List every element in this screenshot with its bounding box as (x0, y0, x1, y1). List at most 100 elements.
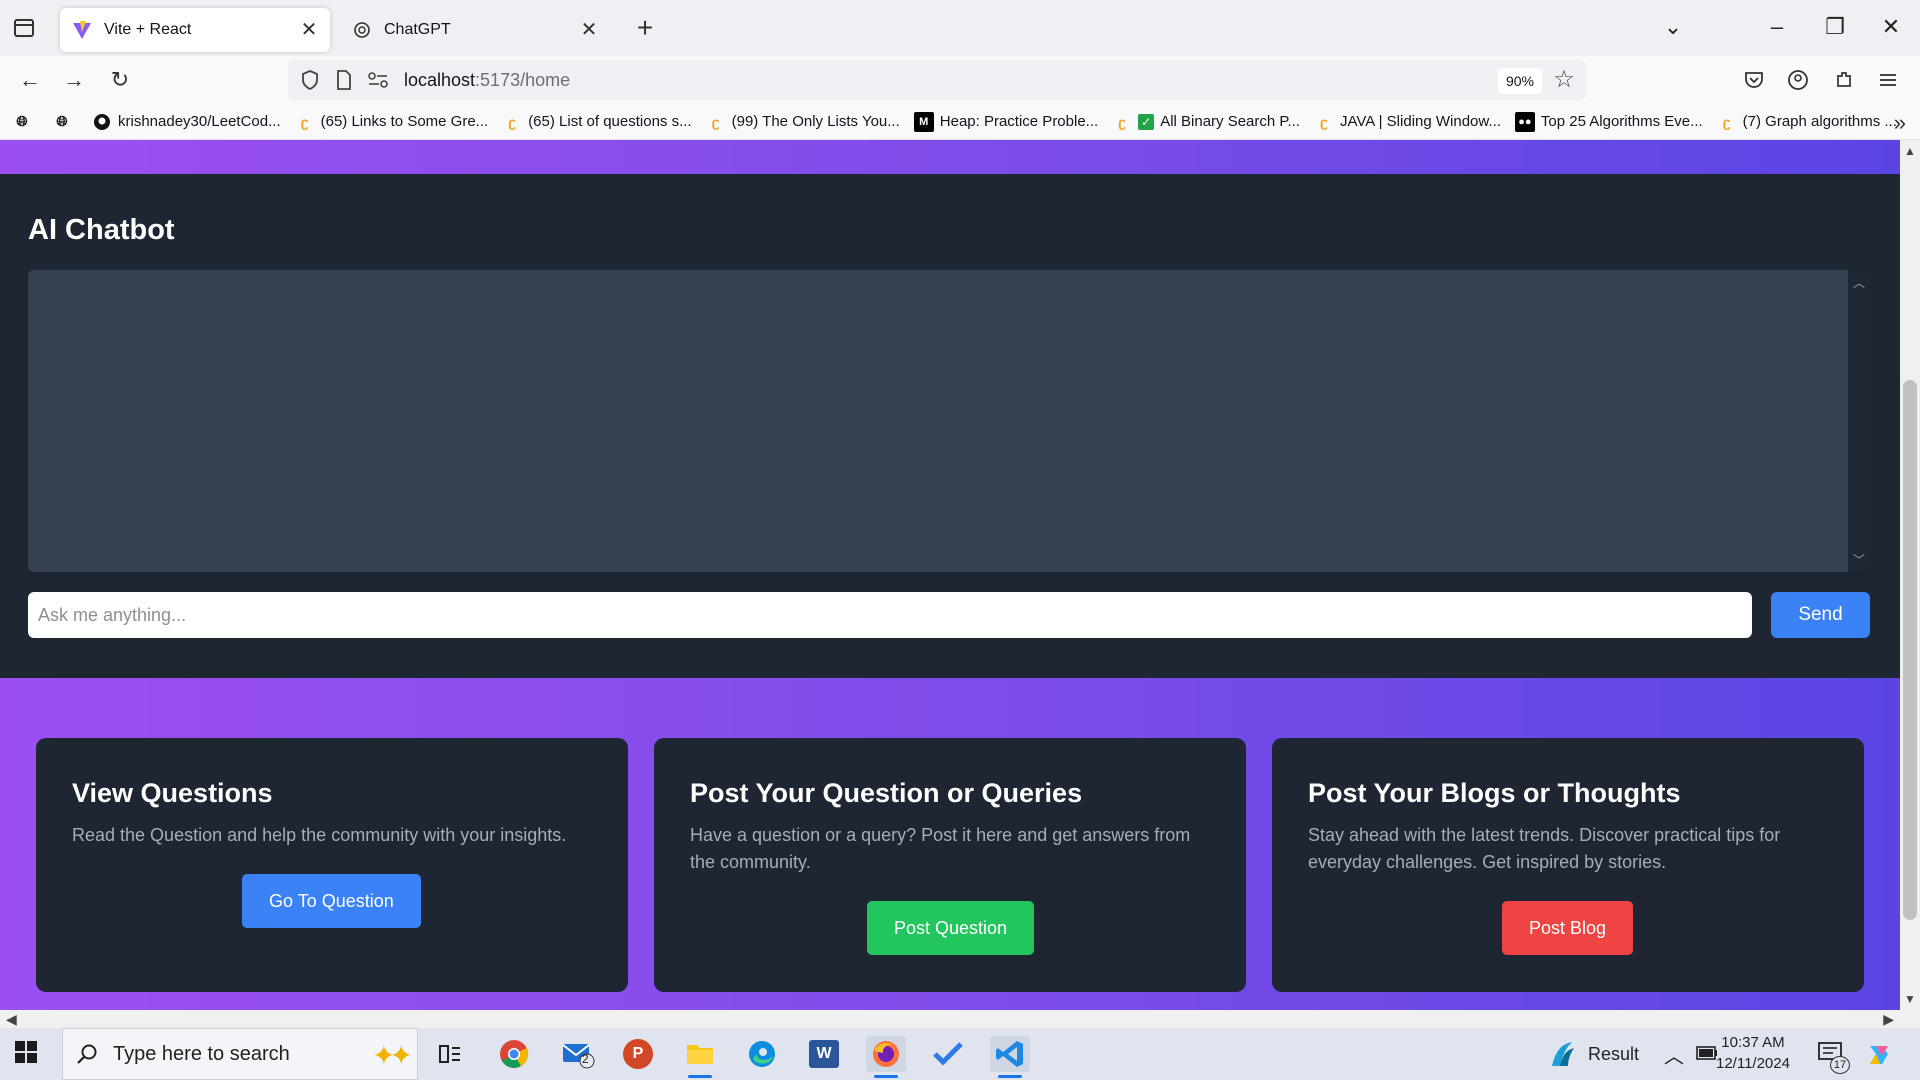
bookmark-globe[interactable]: 🌐︎ (12, 112, 38, 132)
medium-icon: M (913, 111, 934, 132)
copilot-sparkle-icon[interactable]: ✦✦ (372, 1039, 413, 1072)
bookmark-label: JAVA | Sliding Window... (1339, 113, 1501, 130)
scroll-down-icon[interactable]: ﹀ (1848, 551, 1870, 568)
leetcode-icon: ʗ (1722, 113, 1731, 130)
card-post-blog: Post Your Blogs or Thoughts Stay ahead w… (1272, 738, 1864, 992)
chatbot-title: AI Chatbot (28, 214, 175, 246)
scroll-left-arrow-icon[interactable]: ◀ (6, 1010, 17, 1028)
bookmark-item[interactable]: ʗ (65) Links to Some Gre... (295, 112, 488, 132)
chat-scrollbar[interactable]: ︿ ﹀ (1848, 270, 1870, 572)
bookmarks-toolbar: 🌐︎ 🌐︎ krishnadey30/LeetCod... ʗ (65) Link… (0, 104, 1920, 140)
close-icon[interactable]: ✕ (578, 19, 600, 41)
bookmark-item[interactable]: M Heap: Practice Proble... (913, 111, 1098, 132)
active-indicator (688, 1075, 712, 1078)
window-close-icon[interactable]: ✕ (1876, 12, 1906, 42)
url-text[interactable]: localhost:5173/home (404, 70, 570, 91)
chat-messages-area[interactable]: ︿ ﹀ (28, 270, 1870, 572)
scroll-up-arrow-icon[interactable]: ▲ (1900, 144, 1920, 158)
new-tab-plus-icon[interactable]: + (630, 14, 660, 44)
site-permissions-icon[interactable] (366, 68, 390, 92)
bookmark-label: (99) The Only Lists You... (731, 113, 900, 130)
minimize-icon[interactable]: – (1762, 12, 1792, 42)
page-icon[interactable] (332, 68, 356, 92)
windows-taskbar: Type here to search ✦✦ 2 P W Result ︿ 10… (0, 1028, 1920, 1080)
bookmark-label: (65) List of questions s... (528, 113, 692, 130)
bookmark-item[interactable]: ʗ (65) List of questions s... (502, 112, 691, 132)
page-horizontal-scrollbar[interactable]: ◀ ▶ (0, 1010, 1920, 1028)
system-clock[interactable]: 10:37 AM 12/11/2024 (1716, 1032, 1790, 1074)
weather-label[interactable]: Result (1588, 1044, 1639, 1065)
copilot-icon[interactable] (1864, 1040, 1894, 1075)
card-post-question: Post Your Question or Queries Have a que… (654, 738, 1246, 992)
scroll-down-arrow-icon[interactable]: ▼ (1900, 992, 1920, 1006)
forward-arrow-icon[interactable]: → (58, 64, 90, 96)
restore-icon[interactable]: ❐ (1820, 12, 1850, 42)
battery-icon[interactable] (1696, 1046, 1718, 1065)
vscode-icon[interactable] (990, 1036, 1030, 1078)
tab-chatgpt[interactable]: ChatGPT ✕ (340, 8, 610, 52)
firefox-icon[interactable] (866, 1036, 906, 1078)
url-path: :5173/home (475, 69, 571, 90)
task-view-icon[interactable] (430, 1036, 470, 1072)
back-arrow-icon[interactable]: ← (14, 64, 46, 96)
more-bookmarks-chevron-icon[interactable]: » (1894, 110, 1906, 136)
bookmark-item[interactable]: ʗ ✓ All Binary Search P... (1112, 112, 1300, 132)
page-viewport: AI Chatbot ︿ ﹀ Send View Questions Read … (0, 140, 1900, 1010)
tab-vite-react[interactable]: Vite + React ✕ (60, 8, 330, 52)
close-icon[interactable]: ✕ (298, 19, 320, 41)
address-bar[interactable]: localhost:5173/home 90% ☆ (288, 60, 1586, 100)
card-description: Stay ahead with the latest trends. Disco… (1308, 825, 1781, 872)
leetcode-icon: ʗ (1320, 113, 1328, 130)
tab-list-icon[interactable] (12, 16, 38, 40)
todo-check-icon[interactable] (928, 1036, 968, 1072)
windows-start-icon[interactable] (14, 1040, 42, 1068)
search-icon (75, 1042, 99, 1066)
reload-icon[interactable]: ↻ (104, 64, 136, 96)
bookmark-item[interactable]: ●● Top 25 Algorithms Eve... (1514, 111, 1703, 132)
word-icon[interactable]: W (804, 1036, 844, 1072)
extensions-icon[interactable] (1830, 66, 1858, 94)
tray-chevron-up-icon[interactable]: ︿ (1664, 1040, 1684, 1069)
chat-input[interactable] (28, 592, 1752, 638)
bookmark-label: krishnadey30/LeetCod... (118, 113, 281, 130)
bookmark-label: (7) Graph algorithms ... (1742, 113, 1897, 130)
edge-icon[interactable] (742, 1036, 782, 1072)
notification-count-badge: 17 (1830, 1056, 1850, 1074)
post-question-button[interactable]: Post Question (867, 901, 1035, 955)
scroll-up-icon[interactable]: ︿ (1848, 274, 1870, 291)
go-to-question-button[interactable]: Go To Question (242, 874, 421, 928)
post-blog-button[interactable]: Post Blog (1502, 901, 1634, 955)
leetcode-icon: ʗ (711, 113, 720, 130)
globe-icon: 🌐︎ (16, 113, 28, 129)
weather-icon[interactable] (1548, 1040, 1576, 1073)
bookmark-label: Top 25 Algorithms Eve... (1540, 113, 1703, 130)
menu-hamburger-icon[interactable] (1874, 66, 1902, 94)
shield-icon[interactable] (298, 68, 322, 92)
leetcode-icon: ʗ (508, 113, 517, 130)
chevron-down-icon[interactable]: ⌄ (1658, 12, 1688, 42)
bookmark-star-icon[interactable]: ☆ (1550, 66, 1578, 94)
pocket-icon[interactable] (1740, 66, 1768, 94)
bookmark-item[interactable]: ʗ JAVA | Sliding Window... (1314, 112, 1501, 132)
bookmark-globe-2[interactable]: 🌐︎ (52, 112, 78, 132)
check-icon: ✓ (1138, 113, 1155, 130)
scroll-right-arrow-icon[interactable]: ▶ (1883, 1010, 1894, 1028)
powerpoint-icon[interactable]: P (618, 1036, 658, 1072)
zoom-level-badge[interactable]: 90% (1497, 68, 1542, 94)
mail-icon[interactable]: 2 (558, 1036, 598, 1072)
page-vertical-scrollbar[interactable]: ▲ ▼ (1900, 140, 1920, 1010)
vite-icon (72, 20, 92, 40)
file-explorer-icon[interactable] (680, 1036, 720, 1078)
bookmark-item[interactable]: krishnadey30/LeetCod... (92, 112, 281, 132)
bookmark-item[interactable]: ʗ (99) The Only Lists You... (706, 112, 900, 132)
tab-title: ChatGPT (384, 21, 451, 38)
chatbot-section: AI Chatbot ︿ ﹀ Send (0, 174, 1900, 678)
scrollbar-thumb[interactable] (1903, 380, 1917, 920)
chrome-icon[interactable] (494, 1036, 534, 1072)
send-button[interactable]: Send (1771, 592, 1870, 638)
card-description: Read the Question and help the community… (72, 825, 567, 845)
account-icon[interactable] (1784, 66, 1812, 94)
taskbar-search[interactable]: Type here to search ✦✦ (62, 1028, 418, 1080)
bookmark-item[interactable]: ʗ (7) Graph algorithms ... (1717, 112, 1897, 132)
chatgpt-icon (352, 20, 372, 40)
